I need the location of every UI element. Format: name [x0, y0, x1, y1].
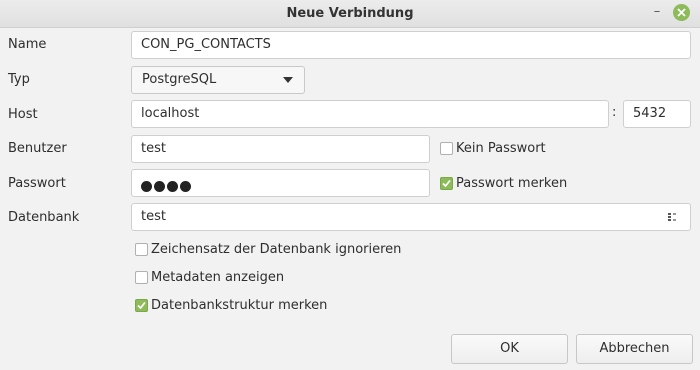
remember-password-checkbox[interactable]: Passwort merken [440, 176, 567, 191]
remember-password-box [440, 177, 453, 190]
window-title: Neue Verbindung [286, 6, 414, 21]
ok-button[interactable]: OK [451, 334, 568, 364]
ignore-charset-label: Zeichensatz der Datenbank ignorieren [151, 242, 402, 257]
title-bar: Neue Verbindung – [0, 0, 700, 28]
ignore-charset-box [135, 243, 148, 256]
type-select[interactable]: PostgreSQL [131, 66, 305, 94]
password-mask-dot [167, 181, 178, 192]
type-select-value: PostgreSQL [142, 72, 217, 87]
password-mask-dot [141, 181, 152, 192]
host-port-separator: : [612, 105, 617, 120]
remember-password-label: Passwort merken [456, 176, 568, 191]
ignore-charset-checkbox[interactable]: Zeichensatz der Datenbank ignorieren [135, 242, 401, 257]
user-input[interactable]: test [131, 135, 430, 163]
cancel-button[interactable]: Abbrechen [576, 334, 693, 364]
no-password-label: Kein Passwort [456, 141, 546, 156]
password-mask-dot [180, 181, 191, 192]
database-picker-icon[interactable] [668, 213, 678, 221]
password-input[interactable] [131, 169, 430, 197]
show-metadata-box [135, 271, 148, 284]
port-input[interactable]: 5432 [623, 100, 691, 128]
password-mask-dot [154, 181, 165, 192]
remember-db-structure-box [135, 299, 148, 312]
host-label: Host [8, 107, 38, 122]
password-mask [141, 176, 193, 196]
chevron-down-icon [283, 77, 293, 83]
password-label: Passwort [8, 176, 66, 191]
name-input[interactable]: CON_PG_CONTACTS [131, 31, 691, 59]
no-password-checkbox[interactable]: Kein Passwort [440, 141, 546, 156]
close-icon[interactable] [673, 4, 690, 21]
remember-db-structure-checkbox[interactable]: Datenbankstruktur merken [135, 298, 327, 313]
no-password-box [440, 142, 453, 155]
show-metadata-label: Metadaten anzeigen [151, 270, 285, 285]
database-label: Datenbank [8, 210, 80, 225]
user-label: Benutzer [8, 141, 67, 156]
type-label: Typ [8, 72, 30, 87]
host-input[interactable]: localhost [131, 100, 609, 128]
name-label: Name [8, 37, 47, 52]
database-input[interactable]: test [131, 203, 691, 231]
remember-db-structure-label: Datenbankstruktur merken [151, 298, 328, 313]
show-metadata-checkbox[interactable]: Metadaten anzeigen [135, 270, 284, 285]
minimize-icon[interactable]: – [648, 3, 666, 21]
